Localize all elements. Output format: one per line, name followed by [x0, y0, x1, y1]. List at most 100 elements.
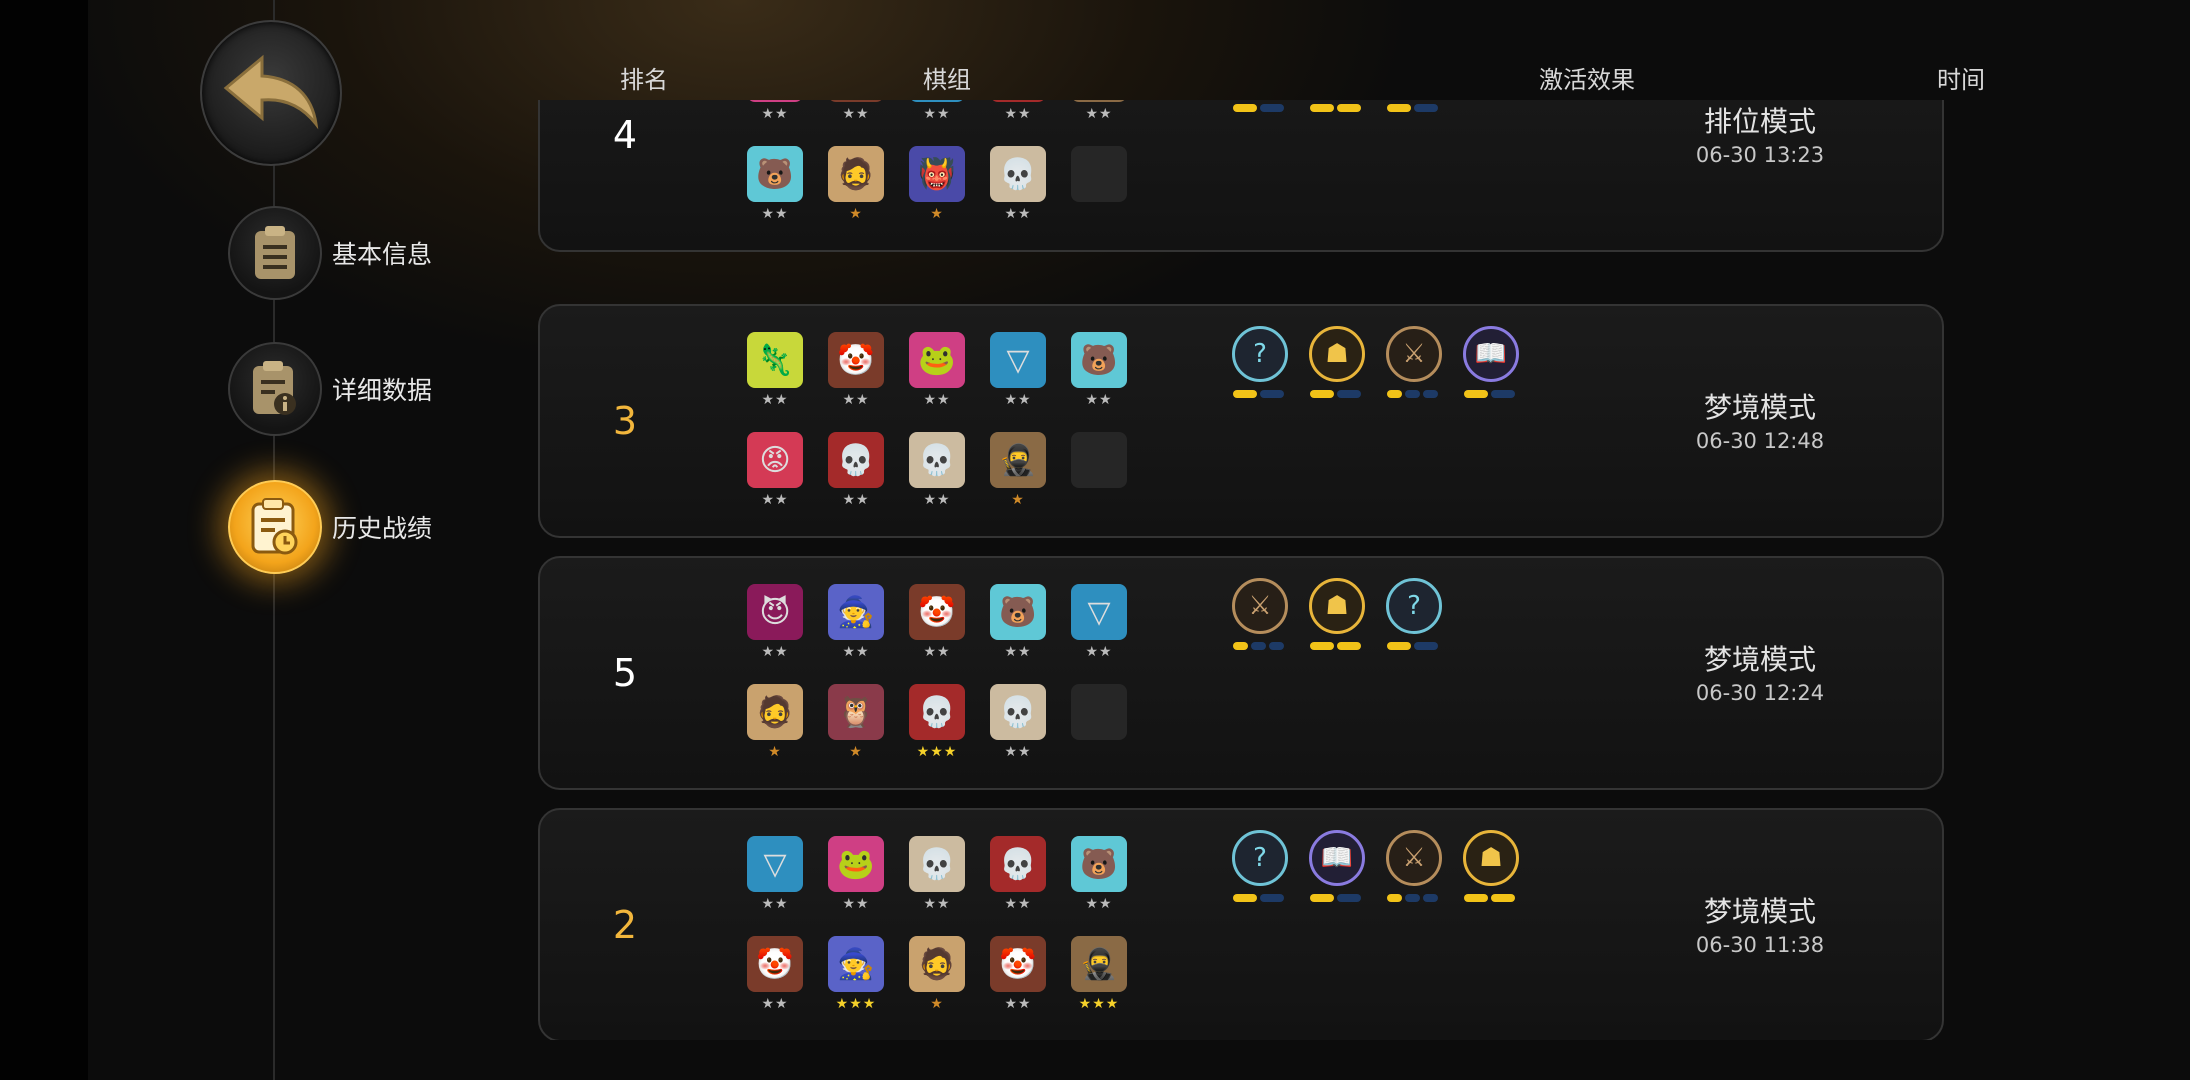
- chess-piece[interactable]: 🥷 ★★: [1059, 100, 1139, 146]
- history-record-card[interactable]: 4🐸★★🤡★★▽★★💀★★🥷★★🐻★★🧔★👹★💀★★📖☗?排位模式06-30 1…: [538, 100, 1944, 252]
- chess-piece[interactable]: 🦎 ★★: [735, 332, 815, 432]
- synergy-effect[interactable]: ☗: [1307, 578, 1367, 650]
- synergy-effect[interactable]: 📖: [1461, 326, 1521, 398]
- chess-piece[interactable]: 💀 ★★: [897, 432, 977, 532]
- piece-star-rating: ★★: [842, 644, 870, 660]
- chess-piece[interactable]: 🐸 ★★: [816, 836, 896, 936]
- piece-portrait-icon: 💀: [909, 684, 965, 740]
- chess-piece[interactable]: 💀 ★★: [897, 836, 977, 936]
- chess-piece[interactable]: 🥷 ★★★: [1059, 936, 1139, 1036]
- back-arrow-icon: [223, 54, 319, 130]
- piece-portrait-icon: 🧙: [828, 584, 884, 640]
- chess-piece[interactable]: 💀 ★★: [978, 100, 1058, 146]
- synergy-effect[interactable]: ⚔: [1384, 326, 1444, 398]
- spellbook-icon: 📖: [1463, 326, 1519, 382]
- nav-match-history[interactable]: 历史战绩: [228, 480, 432, 574]
- piece-star-rating: ★★: [1004, 206, 1032, 222]
- piece-star-rating: ★★: [923, 492, 951, 508]
- synergy-effect[interactable]: 📖: [1230, 100, 1290, 112]
- record-timestamp: 06-30 13:23: [1695, 143, 1825, 167]
- chess-piece[interactable]: 🐸 ★★: [897, 332, 977, 432]
- synergy-level-bars: [1310, 642, 1364, 650]
- piece-star-rating: ★★: [923, 644, 951, 660]
- piece-portrait-icon: 😈: [747, 584, 803, 640]
- synergy-level-bars: [1387, 894, 1441, 902]
- chess-piece[interactable]: 🐻 ★★: [735, 146, 815, 246]
- synergy-effect[interactable]: ☗: [1307, 326, 1367, 398]
- piece-row: 😡 ★★ 💀 ★★ 💀 ★★ 🥷 ★: [735, 432, 1155, 532]
- history-list[interactable]: 4🐸★★🤡★★▽★★💀★★🥷★★🐻★★🧔★👹★💀★★📖☗?排位模式06-30 1…: [538, 100, 2038, 1040]
- piece-star-rating: ★★: [842, 896, 870, 912]
- chess-piece[interactable]: 🐻 ★★: [1059, 836, 1139, 936]
- chess-piece[interactable]: 🤡 ★★: [735, 936, 815, 1036]
- chess-piece[interactable]: 🧔 ★: [816, 146, 896, 246]
- piece-star-rating: ★: [768, 744, 782, 760]
- chess-piece[interactable]: 🐻 ★★: [978, 584, 1058, 684]
- chess-piece[interactable]: 🐻 ★★: [1059, 332, 1139, 432]
- piece-star-rating: ★: [849, 744, 863, 760]
- history-record-card[interactable]: 5 😈 ★★ 🧙 ★★ 🤡 ★★ 🐻 ★★ ▽ ★★ 🧔 ★ 🦉 ★ 💀 ★★★ 💀 ★★ ⚔ ☗? 梦境模式 06-30 …: [538, 556, 1944, 790]
- chess-piece[interactable]: 🧙 ★★: [816, 584, 896, 684]
- piece-row: 🤡 ★★ 🧙 ★★★ 🧔 ★ 🤡 ★★ 🥷 ★★★: [735, 936, 1155, 1036]
- piece-portrait-icon: 🤡: [828, 332, 884, 388]
- synergy-effect[interactable]: ?: [1230, 326, 1290, 398]
- chess-piece[interactable]: 💀 ★★★: [897, 684, 977, 784]
- level-bar-filled: [1387, 642, 1411, 650]
- table-header: 排名 棋组 激活效果 时间: [488, 60, 2088, 100]
- level-bar-filled: [1310, 642, 1334, 650]
- chess-piece[interactable]: 👹 ★: [897, 146, 977, 246]
- chess-piece[interactable]: 💀 ★★: [978, 836, 1058, 936]
- piece-portrait-icon: 💀: [909, 432, 965, 488]
- piece-lineup: 😈 ★★ 🧙 ★★ 🤡 ★★ 🐻 ★★ ▽ ★★ 🧔 ★ 🦉 ★ 💀 ★★★ 💀 ★★: [735, 584, 1155, 784]
- level-bar-empty: [1491, 390, 1515, 398]
- chess-piece[interactable]: 🧔 ★: [735, 684, 815, 784]
- chess-piece[interactable]: 🤡 ★★: [978, 936, 1058, 1036]
- chess-piece[interactable]: 💀 ★★: [816, 432, 896, 532]
- chess-piece[interactable]: 🦉 ★: [816, 684, 896, 784]
- synergy-effect[interactable]: ⚔: [1230, 578, 1290, 650]
- record-timestamp: 06-30 12:24: [1695, 681, 1825, 705]
- chess-piece[interactable]: 😈 ★★: [735, 584, 815, 684]
- chess-piece[interactable]: ▽ ★★: [978, 332, 1058, 432]
- chess-piece[interactable]: 🤡 ★★: [816, 332, 896, 432]
- chess-piece[interactable]: 😡 ★★: [735, 432, 815, 532]
- piece-portrait-icon: ▽: [1071, 584, 1127, 640]
- chess-piece[interactable]: 🤡 ★★: [897, 584, 977, 684]
- chess-piece[interactable]: 🥷 ★: [978, 432, 1058, 532]
- history-record-card[interactable]: 2 ▽ ★★ 🐸 ★★ 💀 ★★ 💀 ★★ 🐻 ★★ 🤡 ★★ 🧙 ★★★ 🧔 ★ 🤡 ★★ 🥷 ★★★? 📖 ⚔ ☗ 梦境模式…: [538, 808, 1944, 1040]
- nav-label-detailed-data: 详细数据: [332, 376, 433, 405]
- chess-piece[interactable]: ▽ ★★: [897, 100, 977, 146]
- level-bar-filled: [1310, 390, 1334, 398]
- chess-piece[interactable]: 💀 ★★: [978, 146, 1058, 246]
- level-bar-empty: [1260, 390, 1284, 398]
- piece-portrait-icon: 💀: [990, 100, 1046, 102]
- clipboard-history-icon: [228, 480, 322, 574]
- chess-piece[interactable]: 🧔 ★: [897, 936, 977, 1036]
- synergy-effect[interactable]: ?: [1384, 100, 1444, 112]
- back-button[interactable]: [200, 20, 342, 166]
- piece-star-rating: ★: [930, 996, 944, 1012]
- piece-portrait-icon: 🐸: [828, 836, 884, 892]
- piece-star-rating: ★★: [761, 106, 789, 122]
- synergy-effect[interactable]: ?: [1230, 830, 1290, 902]
- nav-detailed-data[interactable]: 详细数据: [228, 342, 432, 436]
- level-bar-empty: [1260, 894, 1284, 902]
- nav-basic-info[interactable]: 基本信息: [228, 206, 432, 300]
- synergy-level-bars: [1310, 104, 1364, 112]
- chess-piece[interactable]: ▽ ★★: [735, 836, 815, 936]
- question-mark-icon: ?: [1386, 578, 1442, 634]
- piece-lineup: 🦎 ★★ 🤡 ★★ 🐸 ★★ ▽ ★★ 🐻 ★★ 😡 ★★ 💀 ★★ 💀 ★★ 🥷 ★: [735, 332, 1155, 532]
- synergy-effect[interactable]: ?: [1384, 578, 1444, 650]
- chess-piece[interactable]: ▽ ★★: [1059, 584, 1139, 684]
- chess-piece[interactable]: 🤡 ★★: [816, 100, 896, 146]
- history-record-card[interactable]: 3 🦎 ★★ 🤡 ★★ 🐸 ★★ ▽ ★★ 🐻 ★★ 😡 ★★ 💀 ★★ 💀 ★★ 🥷 ★? ☗ ⚔ 📖 梦境模式 06-30…: [538, 304, 1944, 538]
- chess-piece[interactable]: 🧙 ★★★: [816, 936, 896, 1036]
- synergy-effect[interactable]: 📖: [1307, 830, 1367, 902]
- chess-piece[interactable]: 🐸 ★★: [735, 100, 815, 146]
- synergy-effect[interactable]: ⚔: [1384, 830, 1444, 902]
- chess-piece[interactable]: 💀 ★★: [978, 684, 1058, 784]
- synergy-effect[interactable]: ☗: [1307, 100, 1367, 112]
- synergy-effect[interactable]: ☗: [1461, 830, 1521, 902]
- header-pieces: 棋组: [923, 66, 971, 94]
- piece-portrait-icon: 🐻: [1071, 836, 1127, 892]
